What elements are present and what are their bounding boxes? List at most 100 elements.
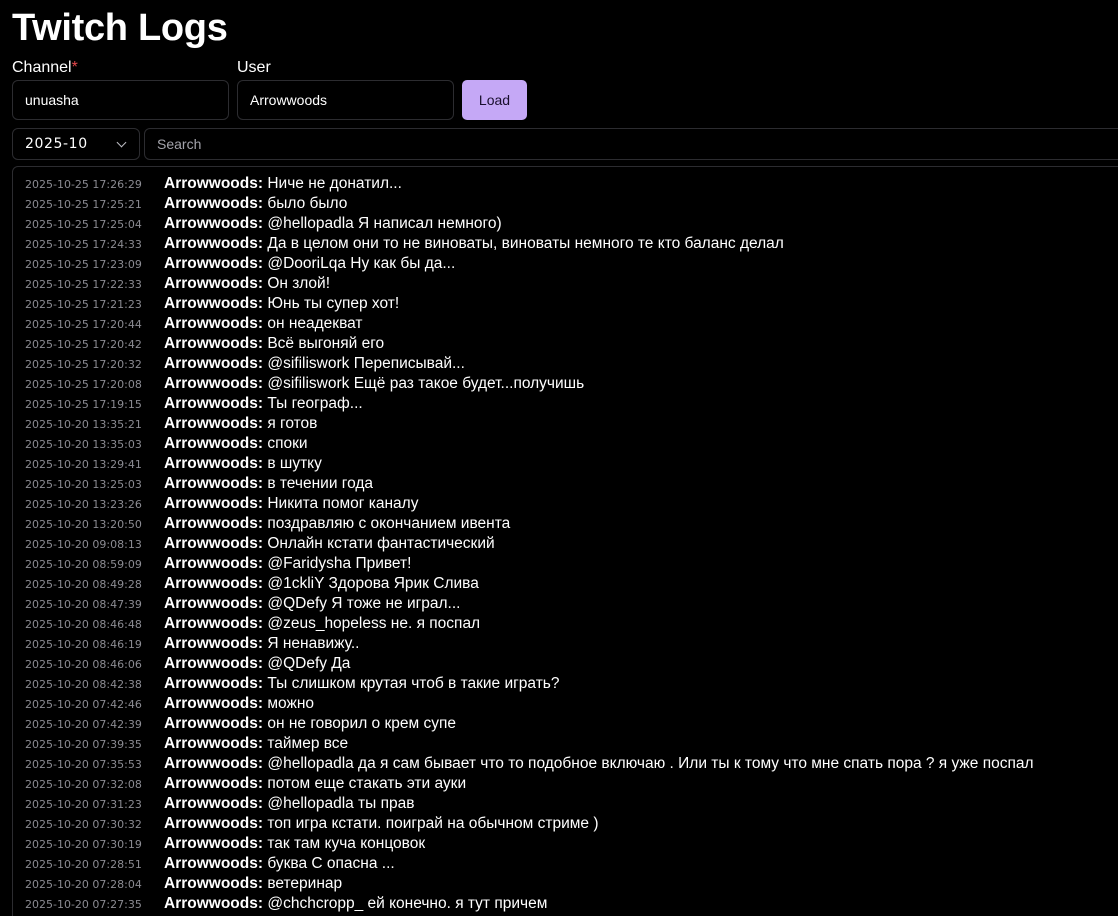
- log-line: 2025-10-20 08:46:48 Arrowwoods: @zeus_hop…: [13, 614, 1118, 634]
- log-line: 2025-10-20 08:46:06 Arrowwoods: @QDefy Да: [13, 654, 1118, 674]
- log-timestamp: 2025-10-20 13:29:41: [25, 458, 142, 471]
- log-line: 2025-10-20 07:28:51 Arrowwoods: буква С о…: [13, 854, 1118, 874]
- log-line: 2025-10-20 07:28:04 Arrowwoods: ветеринар: [13, 874, 1118, 894]
- month-select-value: 2025-10: [25, 136, 88, 152]
- log-username: Arrowwoods:: [164, 815, 264, 832]
- log-timestamp: 2025-10-25 17:23:09: [25, 258, 142, 271]
- log-message-text: @QDefy Да: [267, 655, 351, 672]
- log-username: Arrowwoods:: [164, 415, 264, 432]
- log-timestamp: 2025-10-20 07:39:35: [25, 738, 142, 751]
- log-message-text: @hellopadla Я написал немного): [267, 215, 502, 232]
- user-label: User: [237, 59, 271, 76]
- log-timestamp: 2025-10-20 08:42:38: [25, 678, 142, 691]
- log-message-text: @QDefy Я тоже не играл...: [267, 595, 461, 612]
- log-line: 2025-10-20 08:46:19 Arrowwoods: Я ненавиж…: [13, 634, 1118, 654]
- log-line: 2025-10-25 17:20:42 Arrowwoods: Всё выгон…: [13, 334, 1118, 354]
- log-message-text: @hellopadla да я сам бывает что то подоб…: [267, 755, 1034, 772]
- log-username: Arrowwoods:: [164, 875, 264, 892]
- log-username: Arrowwoods:: [164, 735, 264, 752]
- load-button[interactable]: Load: [462, 80, 527, 120]
- log-message-text: поздравляю с окончанием ивента: [267, 515, 511, 532]
- log-username: Arrowwoods:: [164, 475, 264, 492]
- log-timestamp: 2025-10-20 07:32:08: [25, 778, 142, 791]
- log-message-text: он неадекват: [267, 315, 363, 332]
- log-line: 2025-10-25 17:20:08 Arrowwoods: @sifilisw…: [13, 374, 1118, 394]
- log-username: Arrowwoods:: [164, 215, 264, 232]
- search-input[interactable]: [144, 128, 1118, 160]
- log-line: 2025-10-20 07:42:39 Arrowwoods: он не гов…: [13, 714, 1118, 734]
- log-username: Arrowwoods:: [164, 335, 264, 352]
- channel-label-text: Channel: [12, 59, 72, 76]
- log-username: Arrowwoods:: [164, 255, 264, 272]
- log-message-text: Всё выгоняй его: [267, 335, 385, 352]
- channel-input[interactable]: [12, 80, 229, 120]
- twitch-logs-app: Twitch Logs Channel* User Load 2025-10 2…: [0, 0, 1118, 916]
- log-timestamp: 2025-10-25 17:25:04: [25, 218, 142, 231]
- log-message-text: Никита помог каналу: [267, 495, 419, 512]
- log-timestamp: 2025-10-20 08:47:39: [25, 598, 142, 611]
- log-line: 2025-10-20 13:35:03 Arrowwoods: споки: [13, 434, 1118, 454]
- log-timestamp: 2025-10-25 17:20:32: [25, 358, 142, 371]
- log-username: Arrowwoods:: [164, 455, 264, 472]
- log-message-text: @sifiliswork Переписывай...: [267, 355, 465, 372]
- log-message-text: Он злой!: [267, 275, 331, 292]
- log-line: 2025-10-20 13:23:26 Arrowwoods: Никита по…: [13, 494, 1118, 514]
- log-line: 2025-10-25 17:25:04 Arrowwoods: @hellopad…: [13, 214, 1118, 234]
- log-username: Arrowwoods:: [164, 275, 264, 292]
- log-message-text: таймер все: [267, 735, 349, 752]
- log-username: Arrowwoods:: [164, 355, 264, 372]
- log-username: Arrowwoods:: [164, 195, 264, 212]
- log-timestamp: 2025-10-20 09:08:13: [25, 538, 142, 551]
- log-timestamp: 2025-10-20 07:42:46: [25, 698, 142, 711]
- log-username: Arrowwoods:: [164, 295, 264, 312]
- log-timestamp: 2025-10-20 08:49:28: [25, 578, 142, 591]
- log-line: 2025-10-20 09:08:13 Arrowwoods: Онлайн кс…: [13, 534, 1118, 554]
- required-mark: *: [71, 59, 78, 76]
- log-line: 2025-10-20 07:31:23 Arrowwoods: @hellopad…: [13, 794, 1118, 814]
- log-timestamp: 2025-10-25 17:25:21: [25, 198, 142, 211]
- log-username: Arrowwoods:: [164, 555, 264, 572]
- log-line: 2025-10-20 13:20:50 Arrowwoods: поздравля…: [13, 514, 1118, 534]
- log-line: 2025-10-20 13:35:21 Arrowwoods: я готов: [13, 414, 1118, 434]
- log-line: 2025-10-20 07:30:32 Arrowwoods: топ игра …: [13, 814, 1118, 834]
- log-message-text: он не говорил о крем супе: [267, 715, 456, 732]
- page-title: Twitch Logs: [12, 7, 228, 49]
- log-timestamp: 2025-10-20 13:25:03: [25, 478, 142, 491]
- log-timestamp: 2025-10-20 07:30:32: [25, 818, 142, 831]
- log-line: 2025-10-25 17:21:23 Arrowwoods: Юнь ты су…: [13, 294, 1118, 314]
- log-username: Arrowwoods:: [164, 515, 264, 532]
- log-message-text: так там куча концовок: [267, 835, 426, 852]
- log-username: Arrowwoods:: [164, 895, 264, 912]
- log-list[interactable]: 2025-10-25 17:26:29 Arrowwoods: Ниче не д…: [12, 166, 1118, 916]
- log-timestamp: 2025-10-20 07:28:51: [25, 858, 142, 871]
- log-message-text: споки: [267, 435, 308, 452]
- log-timestamp: 2025-10-20 13:23:26: [25, 498, 142, 511]
- log-username: Arrowwoods:: [164, 395, 264, 412]
- log-timestamp: 2025-10-20 07:27:35: [25, 898, 142, 911]
- log-message-text: @DooriLqa Ну как бы да...: [267, 255, 456, 272]
- user-input[interactable]: [237, 80, 454, 120]
- log-message-text: Онлайн кстати фантастический: [267, 535, 495, 552]
- log-message-text: @sifiliswork Ещё раз такое будет...получ…: [267, 375, 585, 392]
- log-timestamp: 2025-10-20 08:46:06: [25, 658, 142, 671]
- log-line: 2025-10-20 08:49:28 Arrowwoods: @1ckliY З…: [13, 574, 1118, 594]
- log-timestamp: 2025-10-25 17:26:29: [25, 178, 142, 191]
- log-timestamp: 2025-10-20 08:46:48: [25, 618, 142, 631]
- log-message-text: потом еще стакать эти ауки: [267, 775, 467, 792]
- log-username: Arrowwoods:: [164, 595, 264, 612]
- log-message-text: Юнь ты супер хот!: [267, 295, 400, 312]
- channel-label: Channel*: [12, 58, 78, 78]
- log-message-text: @zeus_hopeless не. я поспал: [267, 615, 481, 632]
- log-line: 2025-10-20 07:27:35 Arrowwoods: @chchcrop…: [13, 894, 1118, 914]
- log-username: Arrowwoods:: [164, 375, 264, 392]
- month-select[interactable]: 2025-10: [12, 128, 140, 160]
- log-timestamp: 2025-10-20 08:46:19: [25, 638, 142, 651]
- log-line: 2025-10-20 07:39:35 Arrowwoods: таймер вс…: [13, 734, 1118, 754]
- log-username: Arrowwoods:: [164, 795, 264, 812]
- log-username: Arrowwoods:: [164, 855, 264, 872]
- log-timestamp: 2025-10-20 07:42:39: [25, 718, 142, 731]
- log-timestamp: 2025-10-20 07:31:23: [25, 798, 142, 811]
- log-line: 2025-10-20 08:42:38 Arrowwoods: Ты слишко…: [13, 674, 1118, 694]
- log-line: 2025-10-25 17:20:32 Arrowwoods: @sifilisw…: [13, 354, 1118, 374]
- log-line: 2025-10-20 07:35:53 Arrowwoods: @hellopad…: [13, 754, 1118, 774]
